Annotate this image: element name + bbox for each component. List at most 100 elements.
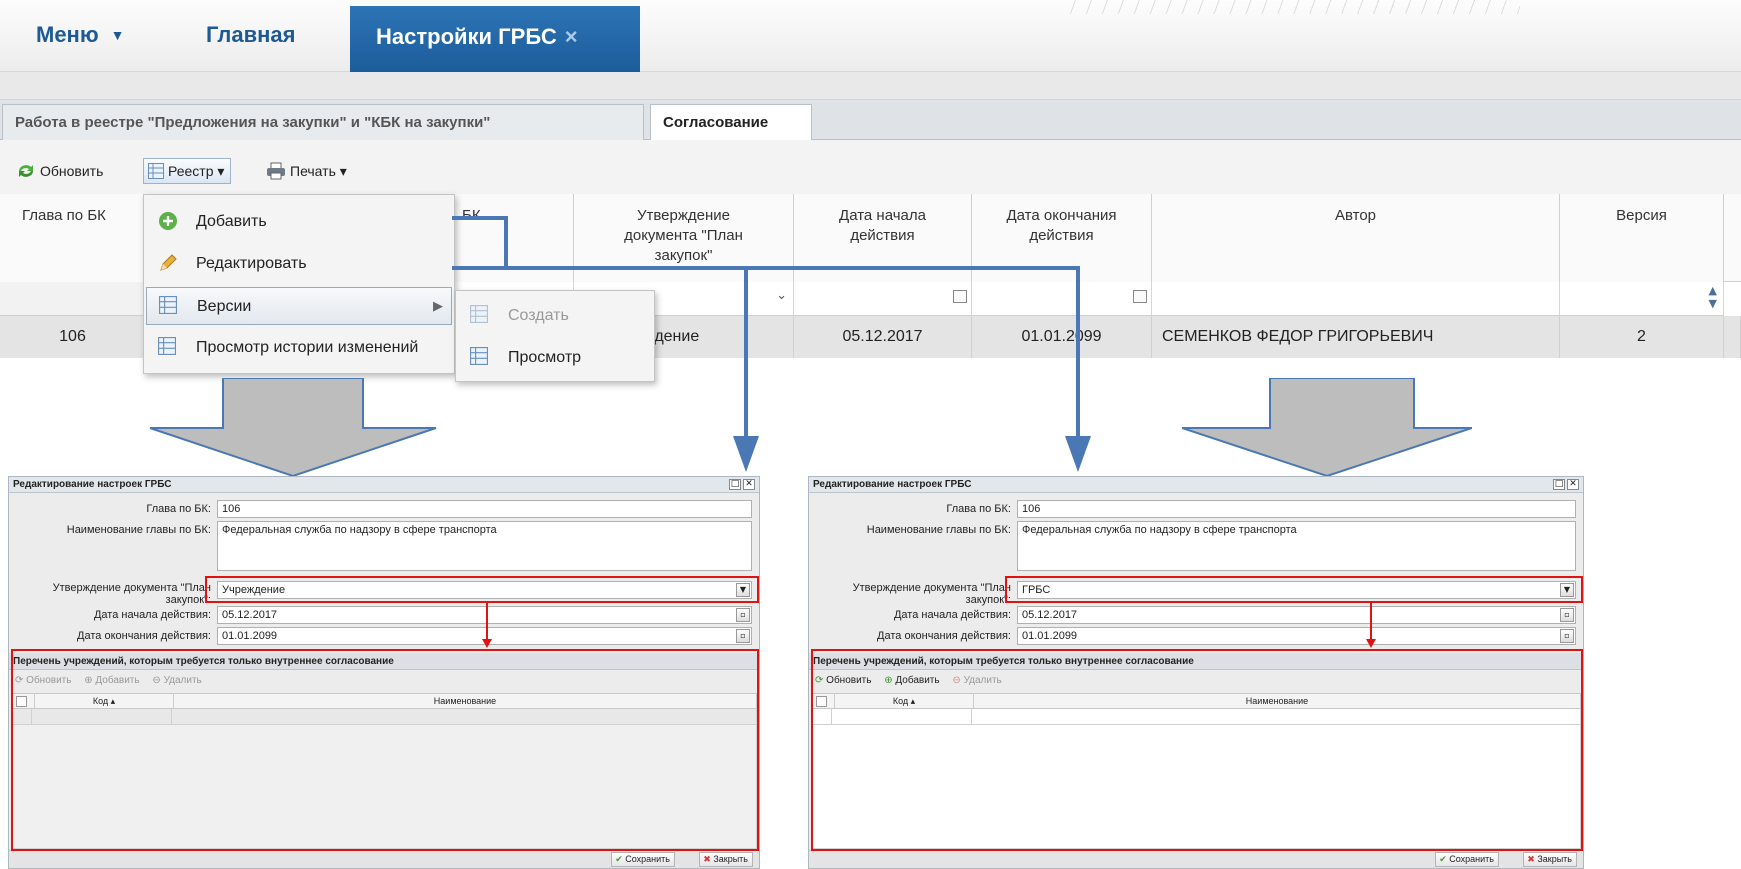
table-icon (159, 296, 177, 319)
refresh-icon (16, 162, 36, 183)
menu-label: Меню (36, 22, 99, 47)
start-label: Дата начала действия: (93, 609, 211, 621)
check-icon: ✔ (615, 854, 623, 864)
glava-field[interactable]: 106 (1017, 500, 1576, 518)
dialog-footer: ✔ Сохранить ✖ Закрыть (9, 850, 759, 868)
close-tab-icon[interactable]: × (565, 24, 578, 49)
end-date-value: 01.01.2099 (222, 630, 278, 642)
cell-date-end[interactable]: 01.01.2099 (972, 316, 1152, 358)
cell-date-start[interactable]: 05.12.2017 (794, 316, 972, 358)
tab-approval[interactable]: Согласование (650, 104, 812, 141)
filter-author[interactable] (1152, 282, 1560, 316)
calendar-icon[interactable] (1133, 290, 1147, 303)
menu-button[interactable]: Меню ▼ (36, 22, 125, 48)
end-date-value: 01.01.2099 (1022, 630, 1078, 642)
tab-grbs-settings[interactable]: Настройки ГРБС × (350, 6, 640, 78)
menu-item-history[interactable]: Просмотр истории изменений (146, 329, 452, 367)
start-date-field[interactable]: 05.12.2017 ▫ (1017, 606, 1576, 624)
close-icon: ✖ (1527, 854, 1535, 864)
refresh-button[interactable]: Обновить (12, 158, 107, 184)
top-navigation-bar: Меню ▼ Главная (0, 0, 1741, 72)
dialog-footer: ✔ Сохранить ✖ Закрыть (809, 850, 1583, 868)
big-arrow-down-icon (149, 378, 437, 478)
annotation-arrow-icon (482, 639, 492, 648)
menu-item-create[interactable]: Создать (458, 297, 652, 335)
filter-date-end[interactable] (972, 282, 1152, 316)
registry-menu-button[interactable]: Реестр ▾ (143, 158, 232, 184)
close-button[interactable]: ✖ Закрыть (1523, 852, 1577, 867)
connector-line (504, 216, 508, 268)
start-date-field[interactable]: 05.12.2017 ▫ (217, 606, 752, 624)
end-label: Дата окончания действия: (77, 630, 211, 642)
save-label: Сохранить (625, 854, 670, 864)
close-icon[interactable]: ✕ (1567, 479, 1579, 490)
refresh-label: Обновить (40, 163, 104, 180)
cell-filler (1724, 316, 1741, 358)
menu-item-view[interactable]: Просмотр (458, 339, 652, 377)
menu-item-label: Просмотр истории изменений (196, 339, 419, 356)
filter-glava[interactable] (0, 282, 146, 316)
close-icon: ✖ (703, 854, 711, 864)
chevron-down-icon: ▾ (339, 163, 347, 180)
calendar-icon[interactable] (953, 290, 967, 303)
glava-field[interactable]: 106 (217, 500, 752, 518)
save-button[interactable]: ✔ Сохранить (611, 852, 675, 867)
toolbar: Обновить Реестр ▾ Печать ▾ (0, 140, 1741, 194)
pencil-icon (158, 253, 178, 278)
calendar-icon[interactable]: ▫ (1560, 608, 1574, 622)
cell-author[interactable]: СЕМЕНКОВ ФЕДОР ГРИГОРЬЕВИЧ (1152, 316, 1560, 358)
maximize-icon[interactable]: □ (1553, 479, 1565, 490)
print-label: Печать (290, 163, 336, 180)
annotation-line (486, 603, 488, 639)
calendar-icon[interactable]: ▫ (736, 608, 750, 622)
close-icon[interactable]: ✕ (743, 479, 755, 490)
registry-dropdown-menu: Добавить Редактировать Версии ▶ Просмотр… (143, 194, 455, 374)
registry-label: Реестр (168, 163, 214, 180)
menu-item-add[interactable]: Добавить (146, 203, 452, 241)
versions-submenu: Создать Просмотр (455, 290, 655, 382)
annotation-line (1370, 603, 1372, 639)
column-header-glava[interactable]: Глава по БК (0, 194, 146, 282)
chevron-down-icon[interactable]: ⌄ (776, 288, 787, 303)
cell-version[interactable]: 2 (1560, 316, 1724, 358)
menu-item-edit[interactable]: Редактировать (146, 245, 452, 283)
subtab-bar: Работа в реестре "Предложения на закупки… (0, 100, 1741, 141)
annotation-arrow-icon (1366, 639, 1376, 648)
filter-version[interactable]: ▲ ▼ (1560, 282, 1724, 316)
name-label: Наименование главы по БК: (866, 524, 1011, 536)
start-date-value: 05.12.2017 (1022, 609, 1078, 621)
spinner-icon[interactable]: ▲ ▼ (1709, 284, 1717, 310)
home-link[interactable]: Главная (206, 22, 295, 48)
close-button[interactable]: ✖ Закрыть (699, 852, 753, 867)
calendar-icon[interactable]: ▫ (1560, 629, 1574, 643)
column-header-author[interactable]: Автор (1152, 194, 1560, 282)
dialog-title: Редактирование настроек ГРБС (809, 477, 1583, 493)
name-field[interactable]: Федеральная служба по надзору в сфере тр… (217, 521, 752, 571)
dialog-title: Редактирование настроек ГРБС (9, 477, 759, 493)
menu-item-label: Добавить (196, 213, 267, 230)
check-icon: ✔ (1439, 854, 1447, 864)
menu-item-versions[interactable]: Версии ▶ (146, 287, 452, 325)
edit-dialog-right: Редактирование настроек ГРБС □ ✕ Глава п… (808, 476, 1584, 869)
cell-glava[interactable]: 106 (0, 316, 146, 358)
filter-date-start[interactable] (794, 282, 972, 316)
approval-label-line1: Утверждение документа "План (52, 582, 211, 594)
end-date-field[interactable]: 01.01.2099 ▫ (1017, 627, 1576, 645)
table-icon (158, 337, 176, 360)
close-label: Закрыть (713, 854, 748, 864)
start-date-value: 05.12.2017 (222, 609, 278, 621)
chevron-down-icon: ▾ (217, 163, 225, 180)
tab-registry-work[interactable]: Работа в реестре "Предложения на закупки… (2, 104, 644, 140)
close-label: Закрыть (1537, 854, 1572, 864)
maximize-icon[interactable]: □ (729, 479, 741, 490)
approval-label: Утверждение документа "План закупок": (53, 582, 211, 606)
calendar-icon[interactable]: ▫ (736, 629, 750, 643)
save-button[interactable]: ✔ Сохранить (1435, 852, 1499, 867)
name-field[interactable]: Федеральная служба по надзору в сфере тр… (1017, 521, 1576, 571)
print-menu-button[interactable]: Печать ▾ (262, 158, 351, 184)
header-decoration (1060, 0, 1520, 14)
glava-label: Глава по БК: (946, 503, 1011, 515)
chevron-down-icon: ▼ (110, 27, 125, 43)
column-header-version[interactable]: Версия (1560, 194, 1724, 282)
highlight-approval (1005, 576, 1583, 603)
